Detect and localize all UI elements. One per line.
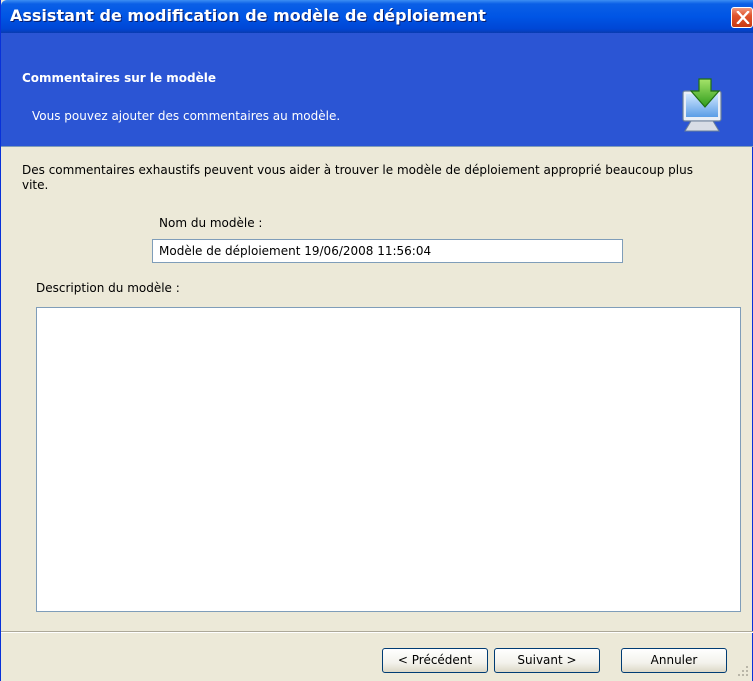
template-description-textarea[interactable] (36, 307, 741, 612)
next-button[interactable]: Suivant > (494, 648, 600, 673)
close-button[interactable] (731, 7, 753, 28)
template-name-input[interactable] (152, 239, 623, 263)
previous-button[interactable]: < Précédent (382, 648, 488, 673)
intro-text: Des commentaires exhaustifs peuvent vous… (22, 163, 693, 192)
cancel-button[interactable]: Annuler (621, 648, 727, 673)
monitor-download-icon (677, 77, 727, 136)
resize-grip-icon[interactable] (736, 664, 750, 681)
template-description-label: Description du modèle : (36, 281, 180, 295)
wizard-header: Commentaires sur le modèle Vous pouvez a… (1, 33, 753, 147)
step-title: Commentaires sur le modèle (22, 71, 217, 85)
step-subtitle: Vous pouvez ajouter des commentaires au … (32, 109, 341, 123)
window-title: Assistant de modification de modèle de d… (10, 6, 486, 25)
wizard-window: Assistant de modification de modèle de d… (0, 0, 753, 681)
title-bar[interactable]: Assistant de modification de modèle de d… (1, 0, 753, 33)
footer-divider (1, 631, 753, 633)
template-name-label: Nom du modèle : (159, 216, 263, 230)
